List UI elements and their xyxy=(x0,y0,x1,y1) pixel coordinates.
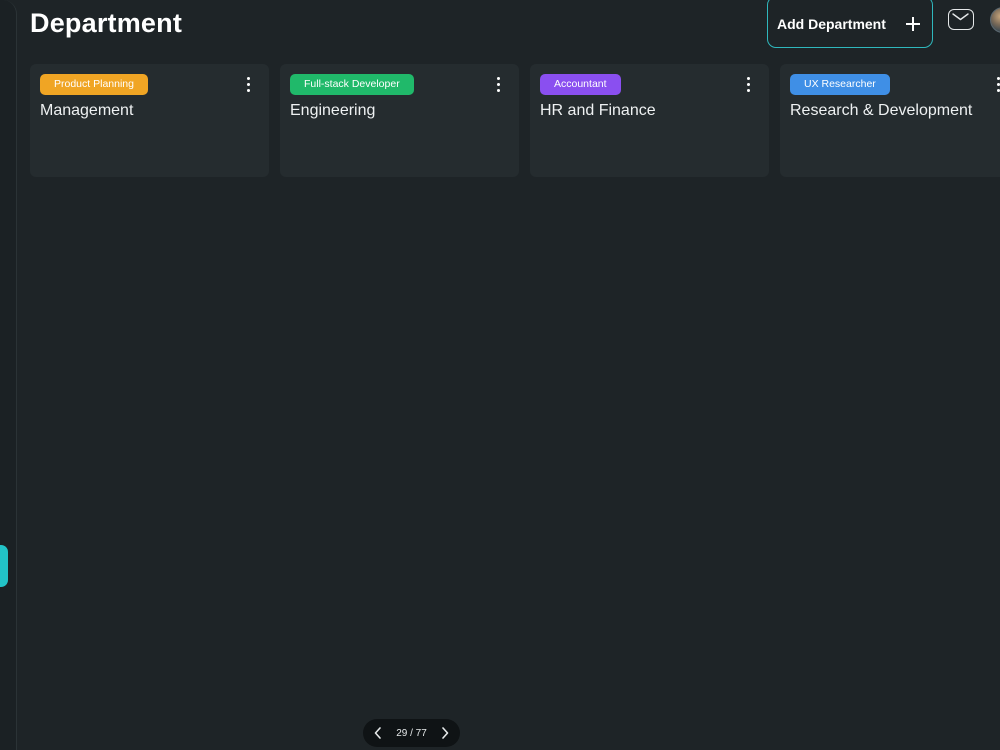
kebab-icon[interactable] xyxy=(246,77,252,93)
department-card[interactable]: UX Researcher Research & Development xyxy=(780,64,1000,177)
plus-icon xyxy=(906,17,920,31)
app-window: Department Add Department Product Planni… xyxy=(0,0,1000,750)
role-badge: Accountant xyxy=(540,74,621,95)
kebab-icon[interactable] xyxy=(996,77,1000,93)
add-department-label: Add Department xyxy=(777,16,886,32)
department-name: Management xyxy=(40,102,134,119)
sidebar-expand-handle[interactable] xyxy=(0,545,8,587)
department-card[interactable]: Product Planning Management xyxy=(30,64,269,177)
kebab-icon[interactable] xyxy=(746,77,752,93)
role-badge: Product Planning xyxy=(40,74,148,95)
page-indicator: 29 / 77 xyxy=(396,727,427,739)
mail-icon xyxy=(952,13,969,21)
role-badge: UX Researcher xyxy=(790,74,890,95)
department-card[interactable]: Accountant HR and Finance xyxy=(530,64,769,177)
department-name: HR and Finance xyxy=(540,102,656,119)
chevron-left-icon[interactable] xyxy=(371,726,385,740)
user-avatar[interactable] xyxy=(990,7,1000,33)
add-department-button[interactable]: Add Department xyxy=(767,0,933,48)
department-name: Engineering xyxy=(290,102,376,119)
mail-button[interactable] xyxy=(948,9,974,30)
department-name: Research & Development xyxy=(790,102,973,119)
page-title: Department xyxy=(30,8,183,38)
department-card[interactable]: Full-stack Developer Engineering xyxy=(280,64,519,177)
role-badge: Full-stack Developer xyxy=(290,74,414,95)
pagination: 29 / 77 xyxy=(363,719,460,747)
chevron-right-icon[interactable] xyxy=(438,726,452,740)
sidebar-collapsed xyxy=(0,0,17,750)
kebab-icon[interactable] xyxy=(496,77,502,93)
